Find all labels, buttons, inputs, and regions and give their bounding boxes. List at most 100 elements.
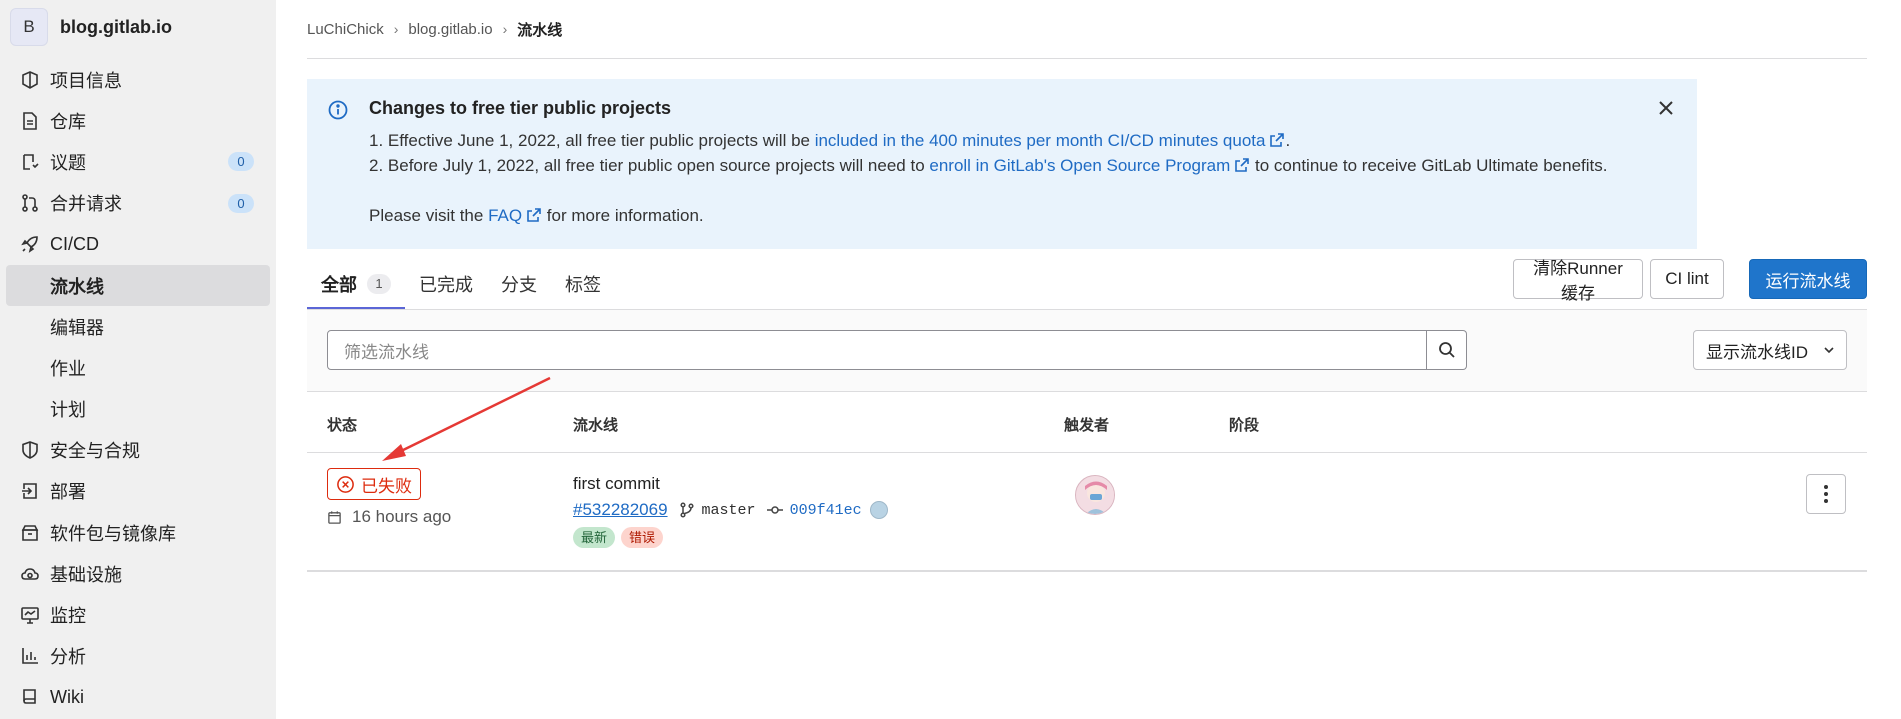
sidebar: B blog.gitlab.io 项目信息 仓库 议题 0 合并请求 0 CI/…	[0, 0, 276, 719]
clear-runner-cache-button[interactable]: 清除Runner缓存	[1513, 259, 1643, 303]
status-label: 已失败	[361, 476, 412, 496]
sidebar-item-security[interactable]: 安全与合规	[0, 430, 276, 471]
sidebar-item-project-info[interactable]: 项目信息	[0, 59, 276, 100]
sidebar-item-label: 编辑器	[50, 317, 104, 338]
filter-bar: 筛选流水线 显示流水线ID	[307, 310, 1867, 392]
chevron-down-icon	[1824, 347, 1834, 354]
sidebar-item-label: 安全与合规	[50, 441, 140, 462]
search-icon	[1438, 342, 1455, 358]
sidebar-item-label: 仓库	[50, 111, 86, 132]
external-link-icon	[1270, 133, 1285, 147]
divider	[307, 570, 1867, 572]
sidebar-item-label: CI/CD	[50, 233, 99, 254]
merge-requests-count-badge: 0	[228, 193, 254, 213]
latest-badge: 最新	[573, 527, 616, 548]
sidebar-item-wiki[interactable]: Wiki	[0, 677, 276, 718]
sidebar-nav: 项目信息 仓库 议题 0 合并请求 0 CI/CD 流水线 编辑器 作业 计划 …	[0, 59, 276, 718]
document-icon	[20, 111, 40, 131]
commit-title[interactable]: first commit	[573, 474, 660, 494]
alert-title: Changes to free tier public projects	[369, 98, 672, 118]
time-label: 16 hours ago	[352, 507, 452, 526]
sidebar-item-label: 软件包与镜像库	[50, 523, 176, 544]
project-header[interactable]: B blog.gitlab.io	[10, 8, 172, 46]
sidebar-item-label: 计划	[50, 400, 86, 421]
filter-pipelines-input[interactable]: 筛选流水线	[327, 330, 1427, 370]
sidebar-item-infrastructure[interactable]: 基础设施	[0, 553, 276, 594]
run-pipeline-button[interactable]: 运行流水线	[1749, 259, 1867, 299]
issues-icon	[20, 152, 40, 172]
sidebar-item-pipelines[interactable]: 流水线	[6, 264, 270, 307]
sidebar-item-label: 部署	[50, 482, 86, 503]
divider	[307, 452, 1867, 453]
display-pipeline-id-dropdown[interactable]: 显示流水线ID	[1693, 330, 1847, 370]
chart-icon	[20, 646, 40, 666]
package-icon	[20, 523, 40, 543]
pipeline-tags: 最新 错误	[573, 527, 664, 548]
external-link-icon	[527, 208, 541, 222]
breadcrumb: LuChiChick › blog.gitlab.io › 流水线	[307, 18, 562, 40]
project-avatar[interactable]: B	[10, 8, 48, 46]
pipeline-tabs: 全部 1 已完成 分支 标签	[307, 258, 615, 310]
column-header-triggerer: 触发者	[1064, 417, 1110, 434]
alert-text: 2. Before July 1, 2022, all free tier pu…	[369, 156, 930, 175]
minutes-quota-link[interactable]: included in the 400 minutes per month CI…	[815, 131, 1266, 150]
tab-branches[interactable]: 分支	[487, 258, 551, 310]
sidebar-item-cicd[interactable]: CI/CD	[0, 224, 276, 265]
sidebar-item-label: Wiki	[50, 686, 84, 707]
tab-label: 标签	[565, 275, 601, 295]
tab-all[interactable]: 全部 1	[307, 258, 405, 310]
pipeline-actions-button[interactable]	[1806, 474, 1846, 514]
commit-icon	[766, 506, 783, 514]
tab-label: 已完成	[419, 275, 473, 295]
avatar[interactable]	[869, 501, 888, 519]
breadcrumb-item[interactable]: LuChiChick	[307, 21, 384, 38]
search-button[interactable]	[1427, 330, 1467, 370]
info-alert: Changes to free tier public projects 1. …	[307, 79, 1697, 249]
breadcrumb-item[interactable]: blog.gitlab.io	[408, 21, 492, 38]
sidebar-item-schedules[interactable]: 计划	[0, 389, 276, 430]
sidebar-item-label: 议题	[50, 152, 86, 173]
status-badge[interactable]: 已失败	[327, 468, 421, 500]
divider	[307, 58, 1867, 59]
project-icon	[20, 70, 40, 90]
calendar-icon	[328, 510, 341, 524]
close-icon[interactable]	[1655, 97, 1677, 119]
sidebar-item-label: 流水线	[50, 276, 104, 297]
alert-line-2: 2. Before July 1, 2022, all free tier pu…	[369, 156, 1607, 176]
sidebar-item-merge-requests[interactable]: 合并请求 0	[0, 183, 276, 224]
shield-icon	[20, 440, 40, 460]
tab-finished[interactable]: 已完成	[405, 258, 487, 310]
tab-tags[interactable]: 标签	[551, 258, 615, 310]
alert-text: Please visit the	[369, 206, 489, 225]
sidebar-item-repository[interactable]: 仓库	[0, 100, 276, 141]
branch-icon	[679, 502, 694, 518]
tab-label: 分支	[501, 275, 537, 295]
dropdown-value: 显示流水线ID	[1706, 342, 1808, 362]
commit-sha-link[interactable]: 009f41ec	[790, 502, 862, 519]
error-badge: 错误	[621, 527, 664, 548]
sidebar-item-editor[interactable]: 编辑器	[0, 306, 276, 347]
open-source-program-link[interactable]: enroll in GitLab's Open Source Program	[929, 156, 1230, 175]
project-name[interactable]: blog.gitlab.io	[60, 17, 172, 38]
sidebar-item-monitor[interactable]: 监控	[0, 594, 276, 635]
failed-icon	[337, 475, 354, 493]
branch-name[interactable]: master	[702, 502, 756, 519]
sidebar-item-packages[interactable]: 软件包与镜像库	[0, 512, 276, 553]
sidebar-item-deployments[interactable]: 部署	[0, 471, 276, 512]
avatar[interactable]	[1075, 475, 1115, 515]
external-link-icon	[1235, 158, 1250, 172]
pipeline-meta: #532282069 master 009f41ec	[573, 498, 888, 522]
ci-lint-button[interactable]: CI lint	[1650, 259, 1724, 299]
sidebar-item-analytics[interactable]: 分析	[0, 636, 276, 677]
pipeline-id-link[interactable]: #532282069	[573, 500, 668, 520]
sidebar-item-jobs[interactable]: 作业	[0, 347, 276, 388]
alert-line-3: Please visit the FAQ for more informatio…	[369, 206, 704, 226]
breadcrumb-current[interactable]: 流水线	[517, 19, 562, 40]
sidebar-item-issues[interactable]: 议题 0	[0, 141, 276, 182]
sidebar-item-label: 基础设施	[50, 564, 122, 585]
merge-request-icon	[20, 193, 40, 213]
column-header-status: 状态	[327, 417, 358, 434]
sidebar-item-label: 作业	[50, 358, 86, 379]
faq-link[interactable]: FAQ	[488, 206, 522, 225]
alert-text: for more information.	[542, 206, 704, 225]
